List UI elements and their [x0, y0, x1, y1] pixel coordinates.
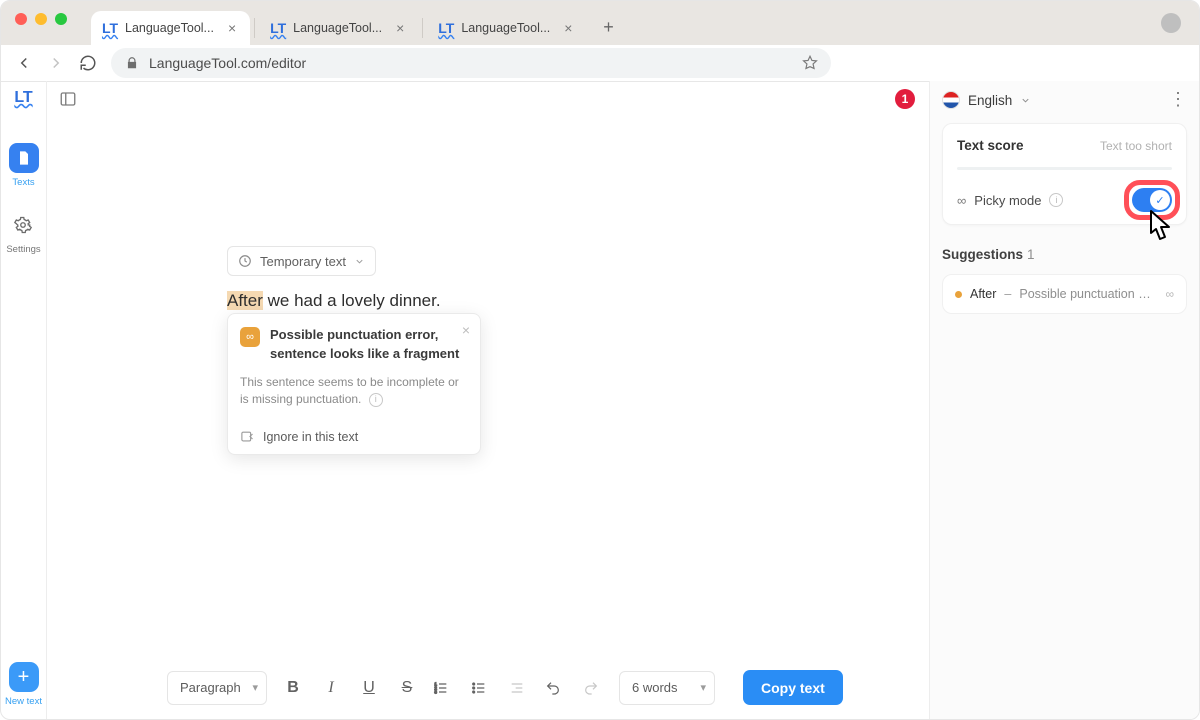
word-count-select[interactable]: 6 words ▾ — [619, 671, 715, 705]
picky-mode-label: Picky mode — [974, 193, 1041, 208]
browser-tabbar: LT LanguageTool... × LT LanguageTool... … — [1, 1, 1199, 45]
info-icon[interactable]: i — [1049, 193, 1063, 207]
close-tab-icon[interactable]: × — [396, 20, 404, 36]
new-tab-button[interactable]: + — [594, 13, 622, 41]
ignore-icon — [240, 429, 255, 444]
browser-tab-2[interactable]: LT LanguageTool... × — [259, 11, 418, 45]
redo-button — [583, 680, 603, 696]
chevron-down-icon — [354, 256, 365, 267]
svg-text:3: 3 — [434, 689, 437, 694]
texts-nav-label: Texts — [12, 177, 34, 188]
picky-mode-icon: ∞ — [957, 193, 966, 208]
document-title-chip[interactable]: Temporary text — [227, 246, 376, 276]
app-logo: LT — [14, 89, 32, 107]
close-tab-icon[interactable]: × — [564, 20, 572, 36]
settings-nav-button[interactable] — [8, 210, 38, 240]
gear-icon — [14, 216, 32, 234]
bold-button[interactable]: B — [283, 679, 303, 697]
browser-toolbar: LanguageTool.com/editor — [1, 45, 1199, 81]
tab-title: LanguageTool... — [461, 21, 550, 35]
profile-avatar[interactable] — [1161, 13, 1181, 33]
suggestion-separator: – — [1004, 287, 1011, 301]
tab-favicon: LT — [271, 21, 285, 35]
document-title-text: Temporary text — [260, 254, 346, 269]
suggestion-type-icon: ∞ — [240, 327, 260, 347]
copy-text-button[interactable]: Copy text — [743, 670, 843, 705]
texts-nav-button[interactable] — [9, 143, 39, 173]
suggestion-description: This sentence seems to be incomplete or … — [240, 375, 459, 406]
indent-button — [509, 680, 529, 696]
browser-tab-1[interactable]: LT LanguageTool... × — [91, 11, 250, 45]
info-icon[interactable]: i — [369, 393, 383, 407]
address-bar[interactable]: LanguageTool.com/editor — [111, 48, 831, 78]
browser-tab-3[interactable]: LT LanguageTool... × — [427, 11, 586, 45]
editor-content[interactable]: After we had a lovely dinner. — [227, 291, 441, 311]
underline-button[interactable]: U — [359, 679, 379, 697]
strikethrough-button[interactable]: S — [397, 679, 417, 697]
flag-us-icon — [942, 91, 960, 109]
score-progress-bar — [957, 167, 1172, 170]
italic-button[interactable]: I — [321, 679, 341, 697]
editor-plain-text: we had a lovely dinner. — [263, 291, 441, 310]
chevron-down-icon: ▾ — [252, 681, 258, 694]
lock-icon — [125, 56, 139, 70]
editor-toolbar: Paragraph ▾ B I U S 123 — [167, 670, 929, 705]
ignore-in-text-button[interactable]: Ignore in this text — [263, 430, 358, 444]
suggestion-short-desc: Possible punctuation error, sent… — [1019, 287, 1157, 301]
document-icon — [16, 150, 32, 166]
paragraph-style-select[interactable]: Paragraph ▾ — [167, 671, 267, 705]
new-text-button[interactable]: + — [9, 662, 39, 692]
window-controls — [15, 13, 67, 25]
bookmark-star-icon[interactable] — [801, 54, 819, 72]
suggestions-count: 1 — [1027, 247, 1035, 262]
tab-title: LanguageTool... — [293, 21, 382, 35]
text-score-label: Text score — [957, 138, 1024, 153]
chevron-down-icon — [1020, 95, 1031, 106]
list-group: 123 — [433, 680, 529, 696]
settings-nav-label: Settings — [6, 244, 40, 255]
url-text: LanguageTool.com/editor — [149, 55, 306, 71]
undo-button[interactable] — [545, 680, 565, 696]
new-text-label: New text — [5, 696, 42, 707]
left-rail: LT Texts Settings + New text — [1, 81, 47, 719]
right-sidebar: English ⋮ Text score Text too short ∞ Pi… — [929, 81, 1199, 719]
language-selector[interactable]: English — [942, 91, 1031, 109]
clock-icon — [238, 254, 252, 268]
cursor-pointer-icon — [1145, 209, 1179, 247]
unordered-list-button[interactable] — [471, 680, 491, 696]
editor-area: 1 Temporary text After we had a lovely d… — [47, 81, 929, 719]
tab-favicon: LT — [439, 21, 453, 35]
close-tab-icon[interactable]: × — [228, 20, 236, 36]
tab-favicon: LT — [103, 21, 117, 35]
text-score-status: Text too short — [1100, 139, 1172, 153]
close-window-icon[interactable] — [15, 13, 27, 25]
highlighted-error-text[interactable]: After — [227, 291, 263, 310]
language-label: English — [968, 93, 1012, 108]
reload-button[interactable] — [79, 54, 97, 72]
word-count-label: 6 words — [632, 680, 678, 695]
maximize-window-icon[interactable] — [55, 13, 67, 25]
format-group: B I U S — [283, 679, 417, 697]
back-button[interactable] — [15, 54, 33, 72]
minimize-window-icon[interactable] — [35, 13, 47, 25]
suggestion-item[interactable]: After – Possible punctuation error, sent… — [942, 274, 1187, 314]
error-count-badge[interactable]: 1 — [895, 89, 915, 109]
suggestion-word: After — [970, 287, 996, 301]
paragraph-style-label: Paragraph — [180, 680, 241, 695]
history-group — [545, 680, 603, 696]
tab-title: LanguageTool... — [125, 21, 214, 35]
more-menu-button[interactable]: ⋮ — [1169, 96, 1187, 103]
suggestion-popup: × ∞ Possible punctuation error, sentence… — [227, 313, 481, 455]
suggestion-severity-dot — [955, 291, 962, 298]
toggle-knob-icon: ✓ — [1150, 190, 1170, 210]
suggestions-heading: Suggestions1 — [942, 247, 1187, 262]
chevron-down-icon: ▾ — [700, 681, 706, 694]
forward-button — [47, 54, 65, 72]
ordered-list-button[interactable]: 123 — [433, 680, 453, 696]
suggestion-title: Possible punctuation error, sentence loo… — [270, 326, 468, 364]
close-popup-button[interactable]: × — [462, 322, 470, 338]
picky-suggestion-icon: ∞ — [1165, 287, 1174, 301]
